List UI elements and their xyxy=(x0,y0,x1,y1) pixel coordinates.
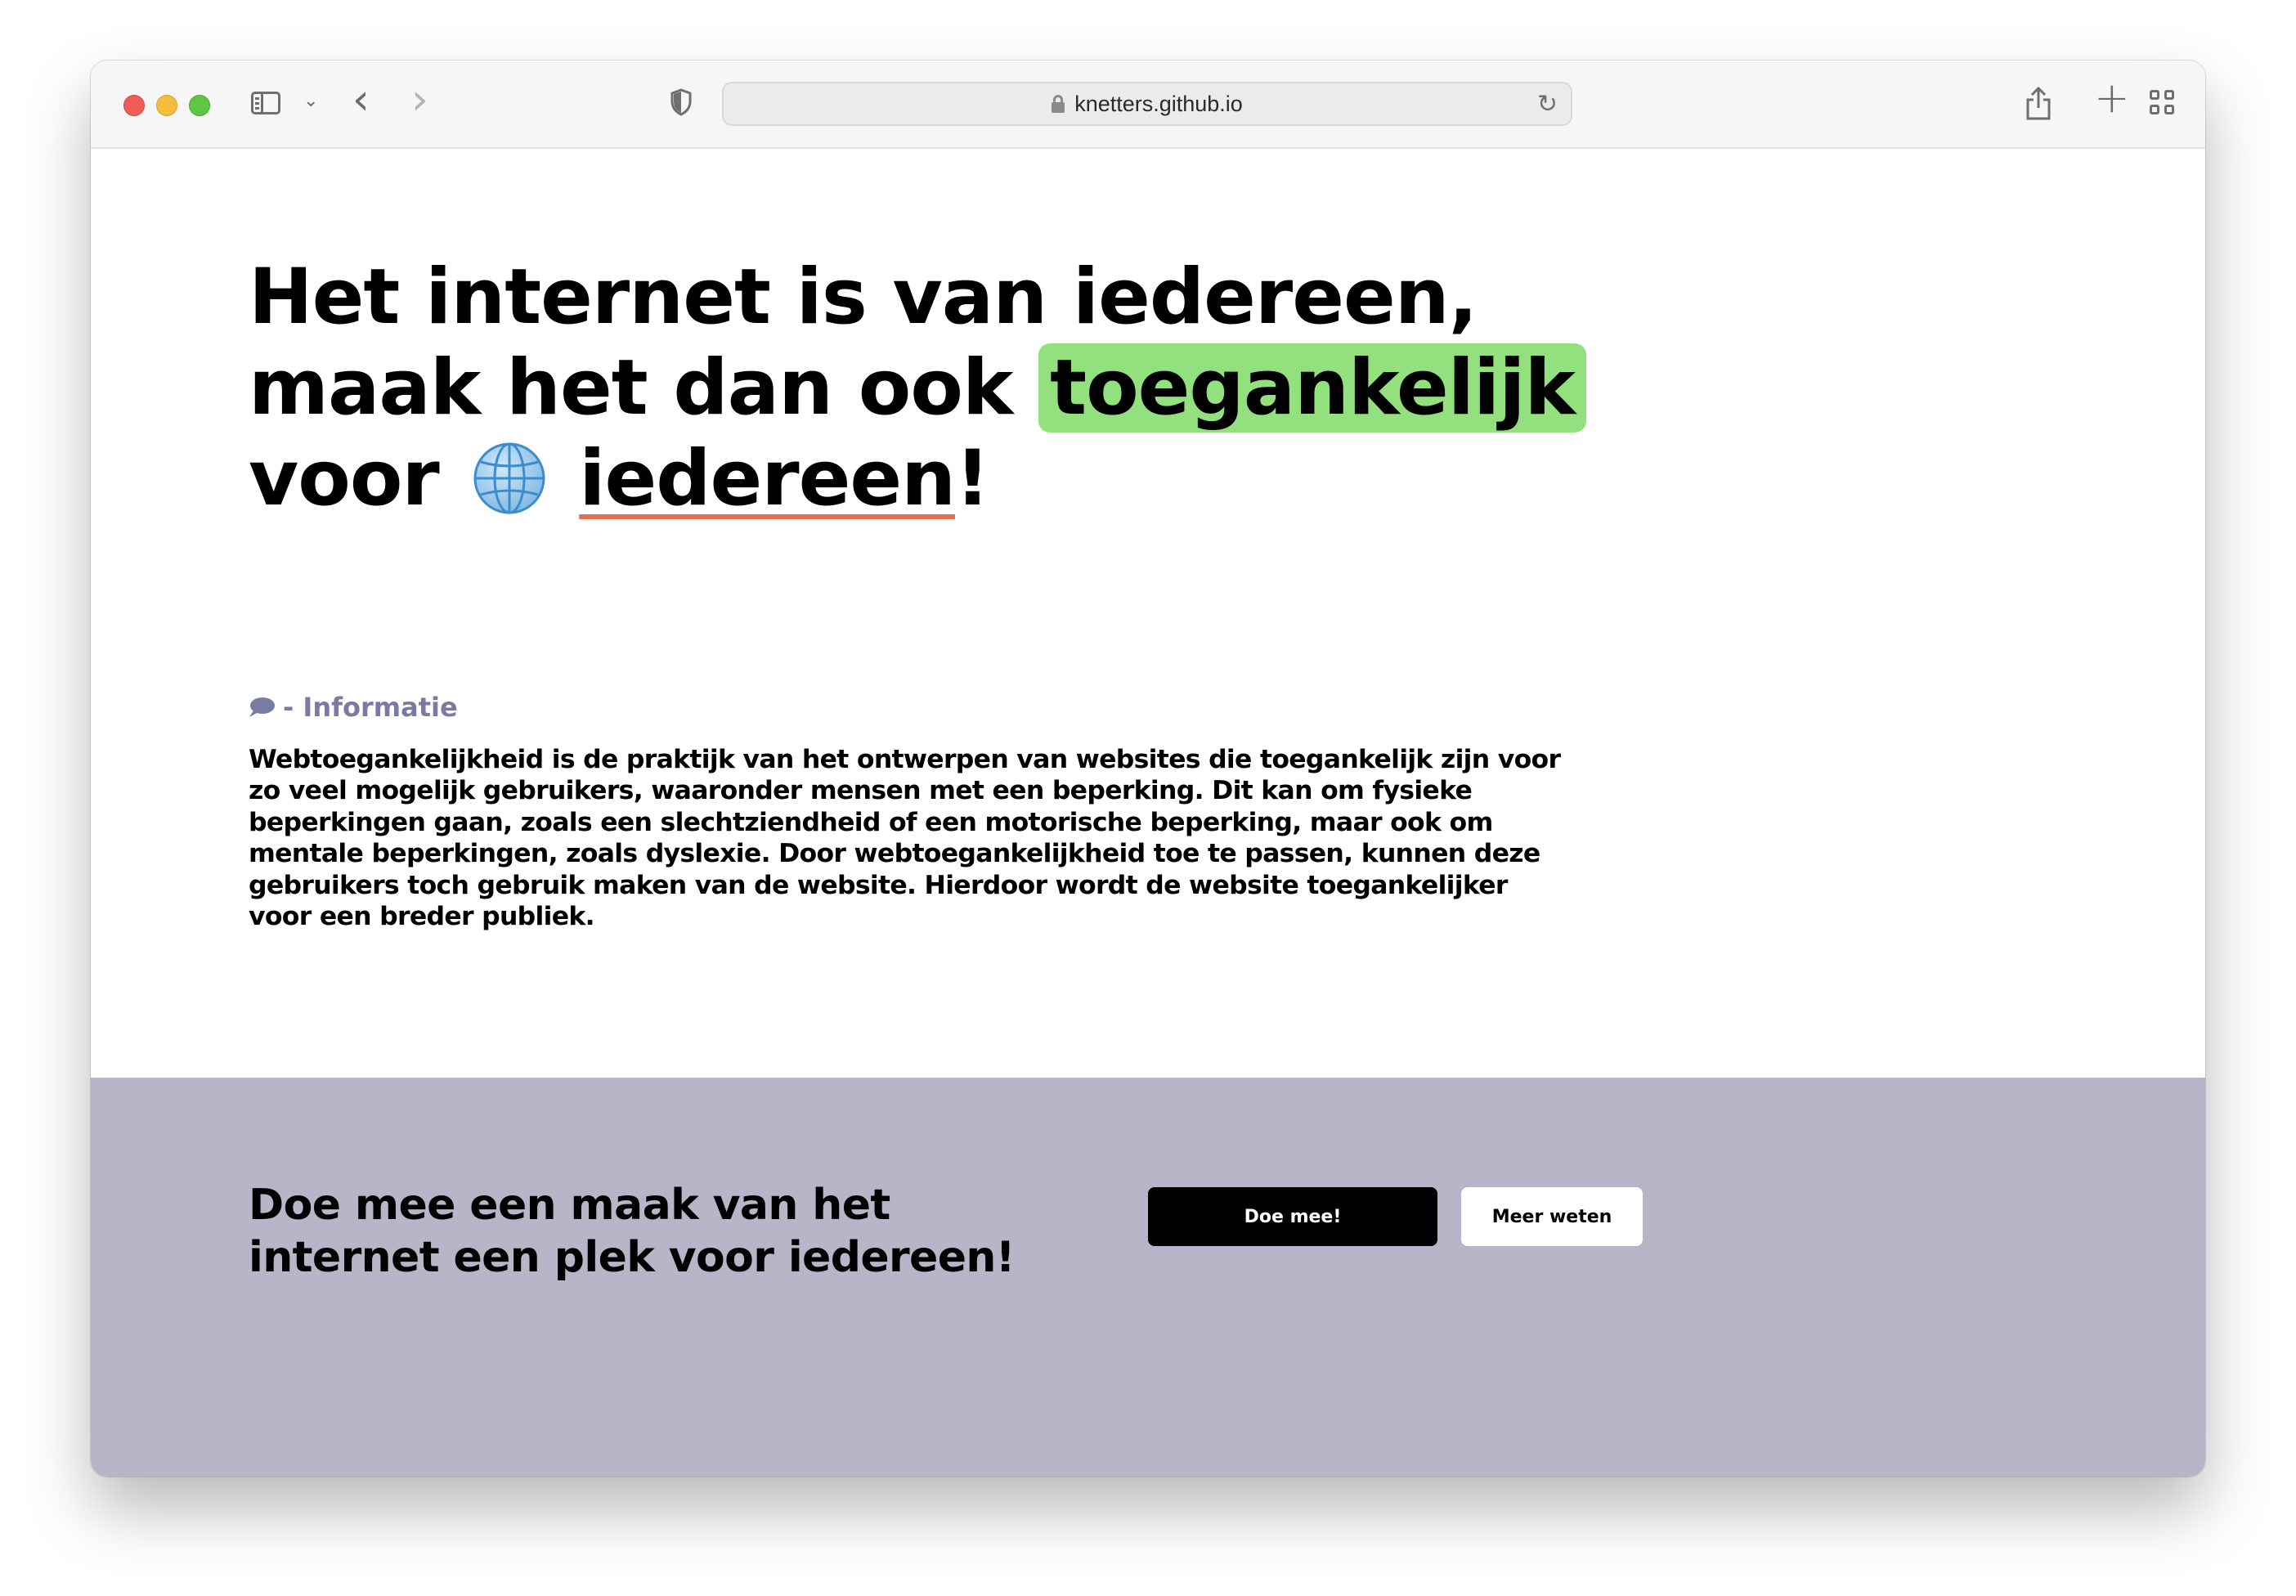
forward-icon[interactable]: › xyxy=(411,78,428,121)
new-tab-icon[interactable]: + xyxy=(2094,77,2130,119)
doe-mee-button[interactable]: Doe mee! xyxy=(1148,1187,1437,1246)
lock-icon xyxy=(1052,95,1065,113)
hero-exclamation: ! xyxy=(955,434,990,523)
hero-line-3: voor xyxy=(249,434,465,523)
underlined-iedereen: iedereen xyxy=(579,434,956,523)
info-label-text: - Informatie xyxy=(283,692,458,723)
tab-overview-icon[interactable] xyxy=(2150,90,2176,116)
close-window-button[interactable] xyxy=(123,95,145,116)
zoom-window-button[interactable] xyxy=(189,95,210,116)
browser-window: ⌄ ‹ › knetters.github.io ↻ + Het interne… xyxy=(91,61,2205,1477)
speech-bubble-icon xyxy=(249,697,275,717)
back-icon[interactable]: ‹ xyxy=(352,78,370,121)
sidebar-icon[interactable] xyxy=(251,92,280,114)
minimize-window-button[interactable] xyxy=(156,95,177,116)
cta-title: Doe mee een maak van het internet een pl… xyxy=(249,1181,1016,1282)
globe-icon xyxy=(473,442,545,514)
hero-line-2: maak het dan ook xyxy=(249,343,1039,433)
hero-line-1: Het internet is van iedereen, xyxy=(249,253,1478,342)
page-content: Het internet is van iedereen, maak het d… xyxy=(91,149,2205,1477)
chevron-down-icon[interactable]: ⌄ xyxy=(303,90,318,111)
share-icon[interactable] xyxy=(2024,85,2053,121)
cta-section: Doe mee een maak van het internet een pl… xyxy=(91,1078,2205,1477)
browser-toolbar: ⌄ ‹ › knetters.github.io ↻ + xyxy=(91,61,2205,149)
url-text: knetters.github.io xyxy=(1074,91,1243,116)
highlight-toegankelijk: toegankelijk xyxy=(1038,343,1586,433)
meer-weten-button[interactable]: Meer weten xyxy=(1461,1187,1643,1246)
info-label: - Informatie xyxy=(249,692,458,723)
reload-icon[interactable]: ↻ xyxy=(1537,90,1558,119)
address-bar[interactable]: knetters.github.io ↻ xyxy=(722,82,1572,126)
info-paragraph: Webtoegankelijkheid is de praktijk van h… xyxy=(249,745,1561,932)
hero-heading: Het internet is van iedereen, maak het d… xyxy=(249,252,1639,524)
shield-icon[interactable] xyxy=(670,88,693,116)
